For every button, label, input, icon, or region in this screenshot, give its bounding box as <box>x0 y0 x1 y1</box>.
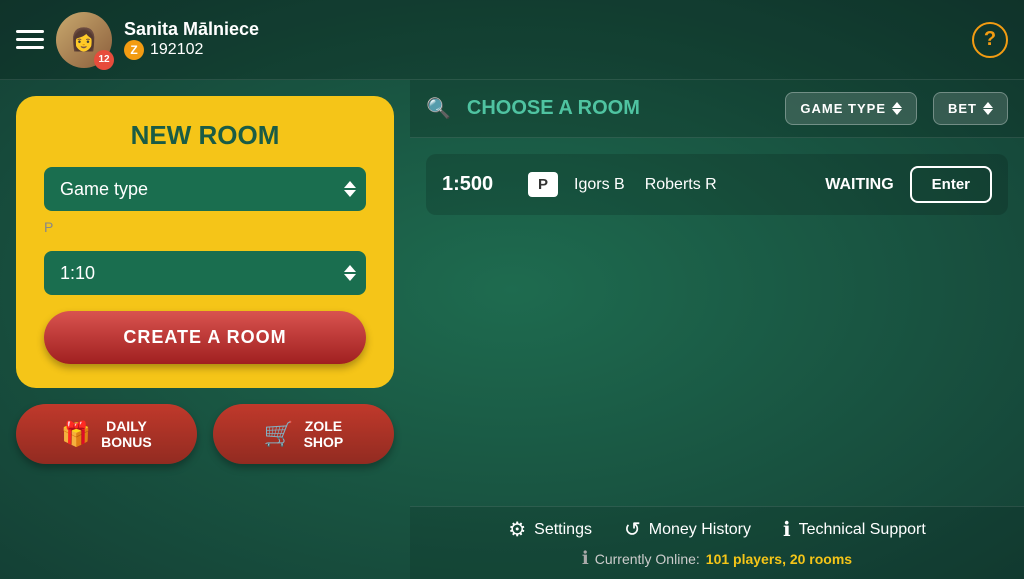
game-type-filter-button[interactable]: GAME TYPE <box>785 92 917 125</box>
new-room-title: NEW ROOM <box>131 120 280 151</box>
game-type-filter-arrows <box>892 102 902 115</box>
technical-support-label: Technical Support <box>799 521 926 539</box>
game-type-select[interactable]: Game type <box>44 167 366 211</box>
game-type-selector-wrapper: Game type <box>44 167 366 211</box>
info-icon: ℹ <box>582 548 589 569</box>
footer: ⚙ Settings ↺ Money History ℹ Technical S… <box>410 506 1024 579</box>
bottom-buttons: 🎁 DAILYBONUS 🛒 ZOLESHOP <box>16 404 394 464</box>
bet-select[interactable]: 1:10 <box>44 251 366 295</box>
table-row: 1:500 P Igors B Roberts R WAITING Enter <box>426 154 1008 215</box>
room-type-badge: P <box>528 172 558 197</box>
enter-room-button[interactable]: Enter <box>910 166 992 203</box>
bet-filter-button[interactable]: BET <box>933 92 1008 125</box>
hamburger-menu[interactable] <box>16 30 44 49</box>
player-2-name: Roberts R <box>645 176 717 194</box>
money-history-icon: ↺ <box>624 517 641 542</box>
user-balance: Z 192102 <box>124 40 259 60</box>
search-icon: 🔍 <box>426 96 451 121</box>
user-name: Sanita Mālniece <box>124 19 259 40</box>
room-search-bar: 🔍 CHOOSE A ROOM GAME TYPE BET <box>410 80 1024 138</box>
zole-shop-button[interactable]: 🛒 ZOLESHOP <box>213 404 394 464</box>
bet-filter-arrows <box>983 102 993 115</box>
create-room-button[interactable]: CREATE A ROOM <box>44 311 366 364</box>
right-panel: 🔍 CHOOSE A ROOM GAME TYPE BET 1:500 P Ig… <box>410 80 1024 579</box>
settings-link[interactable]: ⚙ Settings <box>508 517 592 542</box>
technical-support-link[interactable]: ℹ Technical Support <box>783 517 926 542</box>
online-count: 101 players, 20 rooms <box>706 551 852 567</box>
game-type-filter-label: GAME TYPE <box>800 101 886 116</box>
daily-bonus-label: DAILYBONUS <box>101 418 152 450</box>
bet-filter-label: BET <box>948 101 977 116</box>
daily-bonus-button[interactable]: 🎁 DAILYBONUS <box>16 404 197 464</box>
user-info: Sanita Mālniece Z 192102 <box>124 19 259 60</box>
gift-icon: 🎁 <box>61 420 91 449</box>
help-button[interactable]: ? <box>972 22 1008 58</box>
room-status: WAITING <box>825 176 893 194</box>
zole-currency-icon: Z <box>124 40 144 60</box>
balance-amount: 192102 <box>150 41 203 59</box>
new-room-card: NEW ROOM Game type P 1:10 CREATE A ROOM <box>16 96 394 388</box>
avatar-badge: 12 <box>94 50 114 70</box>
online-prefix: Currently Online: <box>595 551 700 567</box>
player-1-name: Igors B <box>574 176 625 194</box>
zole-shop-label: ZOLESHOP <box>304 418 344 450</box>
cart-icon: 🛒 <box>264 420 294 449</box>
game-type-sublabel: P <box>44 219 53 235</box>
left-panel: NEW ROOM Game type P 1:10 CREATE A ROOM … <box>0 80 410 579</box>
money-history-link[interactable]: ↺ Money History <box>624 517 751 542</box>
technical-support-icon: ℹ <box>783 517 791 542</box>
choose-room-label: CHOOSE A ROOM <box>467 97 770 120</box>
footer-online: ℹ Currently Online: 101 players, 20 room… <box>582 548 852 569</box>
bet-selector-wrapper: 1:10 <box>44 251 366 295</box>
room-players: Igors B Roberts R <box>574 176 809 194</box>
money-history-label: Money History <box>649 521 751 539</box>
settings-icon: ⚙ <box>508 517 526 542</box>
room-list: 1:500 P Igors B Roberts R WAITING Enter <box>410 138 1024 506</box>
footer-links: ⚙ Settings ↺ Money History ℹ Technical S… <box>508 517 926 542</box>
header: 👩 12 Sanita Mālniece Z 192102 ? <box>0 0 1024 80</box>
settings-label: Settings <box>534 521 592 539</box>
avatar-container: 👩 12 <box>56 12 112 68</box>
room-bet: 1:500 <box>442 173 512 196</box>
